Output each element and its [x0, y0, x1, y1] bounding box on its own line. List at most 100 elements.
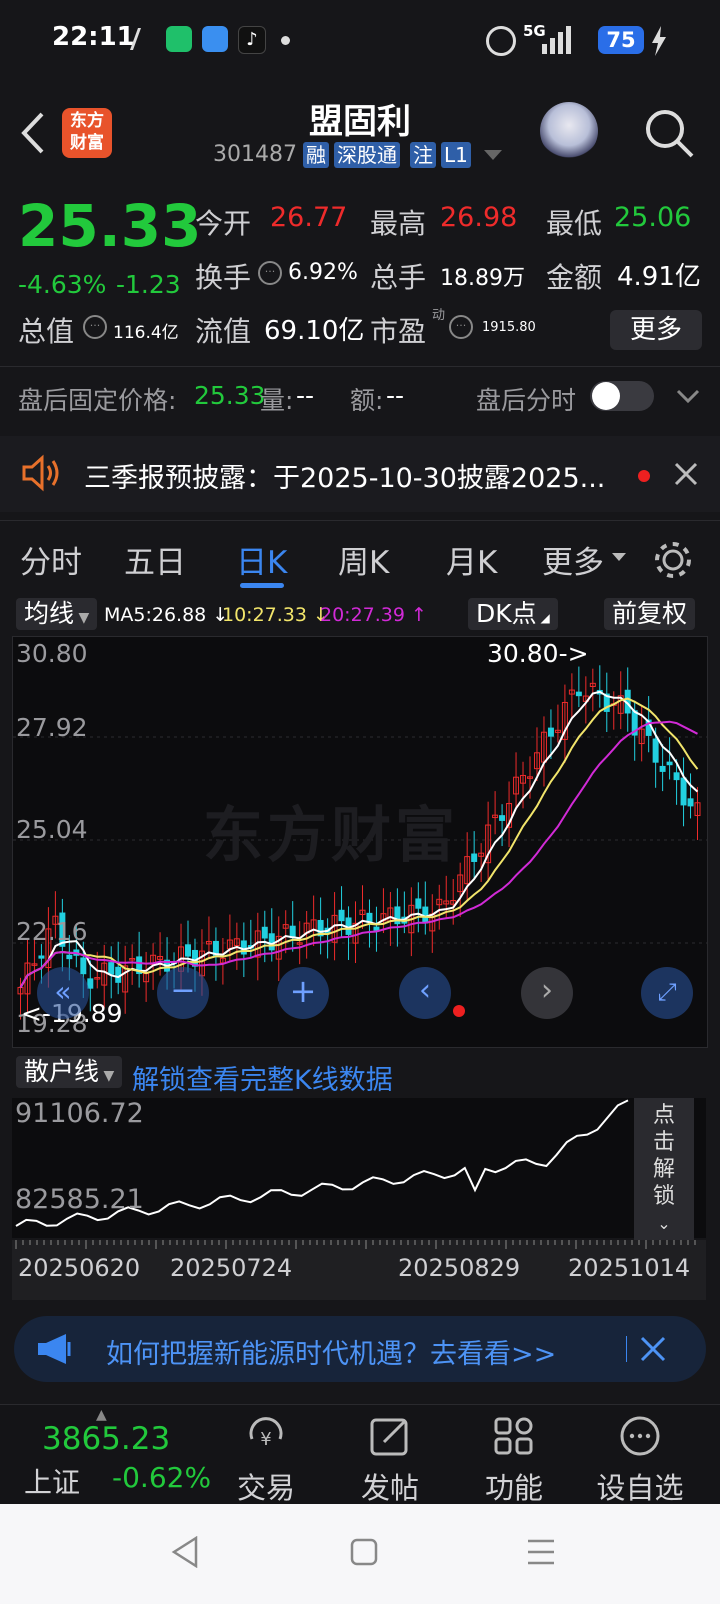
unlock-kline-link[interactable]: 解锁查看完整K线数据 — [132, 1058, 393, 1097]
retail-line-chart: 91106.72 82585.21 点击解锁 ⌄ — [12, 1098, 706, 1242]
edit-icon — [370, 1418, 408, 1456]
chevron-down-icon[interactable] — [676, 389, 700, 405]
candle-body — [547, 727, 554, 737]
home-square-icon[interactable] — [350, 1538, 378, 1566]
nav-functions[interactable]: 功能 — [464, 1415, 564, 1507]
candle-body — [673, 772, 680, 781]
search-icon[interactable] — [644, 108, 696, 160]
ma-selector[interactable]: 均线 ▼ — [16, 598, 98, 630]
candle-body — [687, 798, 694, 807]
robot-avatar-icon[interactable] — [540, 102, 598, 160]
turnover-label: 换手 — [195, 261, 252, 294]
chevron-left-button[interactable]: ‹ — [399, 967, 451, 1019]
expand-icon[interactable]: ⤢ — [641, 967, 693, 1019]
yen-cycle-icon: ¥ — [249, 1417, 283, 1450]
tab-active-indicator — [240, 583, 284, 588]
change-value: -1.23 — [116, 270, 181, 299]
date-axis: 20250620 20250724 20250829 20251014 — [12, 1240, 706, 1300]
volume-label: 总手 — [370, 261, 427, 294]
candle-body — [66, 954, 73, 960]
candle-body — [373, 926, 380, 931]
more-button[interactable]: 更多 — [610, 310, 702, 350]
after-vol-label: 量: — [260, 386, 294, 415]
zoom-in-button[interactable]: + — [277, 967, 329, 1019]
low-label: 最低 — [546, 207, 603, 240]
close-icon[interactable] — [640, 1336, 666, 1362]
info-icon[interactable]: ··· — [449, 315, 473, 339]
chevron-down-icon[interactable] — [484, 150, 502, 162]
period-tabs: 分时 五日 日K 周K 月K 更多 — [0, 520, 720, 593]
quote-panel: 25.33 -4.63% -1.23 今开 26.77 最高 26.98 最低 … — [0, 184, 720, 356]
ma20-value: 20:27.39 ↑ — [320, 604, 427, 626]
candle-body — [575, 691, 582, 697]
candle-body — [38, 955, 45, 959]
retail-bottom-label: 82585.21 — [15, 1184, 144, 1215]
stock-name: 盟固利 — [309, 102, 411, 142]
after-hours-toggle[interactable] — [590, 381, 654, 411]
after-amt-label: 额: — [350, 386, 384, 415]
index-ticker[interactable]: ▲ 3865.23 上证 -0.62% — [0, 1405, 220, 1505]
stock-header: 东方 财富 盟固利 301487 融 深股通 注 L1 — [0, 84, 720, 180]
scroll-left-fast-button[interactable]: « — [37, 967, 89, 1019]
chevron-right-button[interactable]: › — [521, 967, 573, 1019]
battery-indicator: 75 — [598, 26, 644, 54]
retail-line-selector[interactable]: 散户线 ▼ — [16, 1056, 123, 1088]
tab-more[interactable]: 更多 — [542, 537, 604, 582]
after-amt: -- — [386, 381, 405, 410]
open-value: 26.77 — [270, 202, 348, 233]
candle-body — [108, 962, 115, 975]
adjust-button[interactable]: 前复权 — [604, 598, 696, 630]
close-icon[interactable] — [674, 462, 698, 486]
nav-add-watchlist[interactable]: 设自选 — [590, 1415, 690, 1507]
volume-value: 18.89万 — [440, 266, 525, 291]
y-label-3: 25.04 — [16, 815, 88, 844]
system-nav-bar — [0, 1504, 720, 1604]
date-label: 20250829 — [398, 1254, 521, 1282]
high-value: 26.98 — [440, 202, 518, 233]
sub-indicator-bar: 散户线 ▼ 解锁查看完整K线数据 — [12, 1050, 706, 1096]
candle-body — [499, 815, 506, 821]
info-icon[interactable]: ··· — [258, 261, 282, 285]
retail-top-label: 91106.72 — [15, 1098, 144, 1129]
gear-icon[interactable] — [652, 539, 694, 581]
date-label: 20250620 — [18, 1254, 141, 1282]
back-triangle-icon[interactable] — [170, 1536, 200, 1568]
date-axis-ticks — [15, 1240, 696, 1249]
divider — [626, 1336, 627, 1362]
nav-trade[interactable]: ¥ 交易 — [216, 1415, 316, 1507]
tab-5day[interactable]: 五日 — [124, 537, 186, 582]
date-label: 20251014 — [568, 1254, 691, 1282]
low-value: 25.06 — [614, 202, 692, 233]
candle-body — [415, 898, 422, 909]
after-vol: -- — [296, 381, 315, 410]
tag-l1: L1 — [441, 142, 471, 168]
chart-indicator-bar: 均线 ▼ MA5:26.88 ↓ 10:27.33 ↓ 20:27.39 ↑ D… — [0, 592, 720, 634]
info-icon[interactable]: ··· — [83, 315, 107, 339]
tiktok-icon: ♪ — [238, 26, 266, 54]
signal-marker-dot — [453, 1005, 465, 1017]
y-label-4: 22.16 — [16, 917, 88, 946]
k-chart[interactable]: 东方财富 30.80 27.92 25.04 22.16 19.28 30.80… — [12, 636, 708, 1048]
tab-daily-k[interactable]: 日K — [236, 537, 287, 582]
tab-intraday[interactable]: 分时 — [20, 537, 82, 582]
grid-icon — [494, 1417, 533, 1455]
status-bar: 22:11 ♪ 5G 75 — [0, 0, 720, 84]
unlock-side-button[interactable]: 点击解锁 ⌄ — [634, 1098, 694, 1242]
index-change: -0.62% — [112, 1461, 212, 1494]
ma5-value: MA5:26.88 ↓ — [104, 604, 229, 626]
turnover-value: 6.92% — [288, 260, 358, 285]
notice-bar[interactable]: 三季报预披露：于2025-10-30披露2025... — [0, 436, 720, 512]
bottom-nav: ▲ 3865.23 上证 -0.62% ¥ 交易 发帖 功能 设自选 — [0, 1404, 720, 1505]
menu-icon[interactable] — [526, 1538, 556, 1566]
promo-banner[interactable]: 如何把握新能源时代机遇？去看看>> — [14, 1316, 706, 1382]
zoom-out-button[interactable]: − — [157, 967, 209, 1019]
pe-sup: 动 — [432, 308, 446, 323]
nav-post[interactable]: 发帖 — [340, 1415, 440, 1507]
candle-body — [268, 933, 275, 951]
tab-monthly-k[interactable]: 月K — [446, 537, 497, 582]
dk-point-button[interactable]: DK点 ◢ — [468, 598, 558, 630]
speaker-icon — [22, 454, 59, 492]
date-label: 20250724 — [170, 1254, 293, 1282]
tab-weekly-k[interactable]: 周K — [338, 537, 389, 582]
after-fixed-price: 25.33 — [194, 381, 266, 410]
